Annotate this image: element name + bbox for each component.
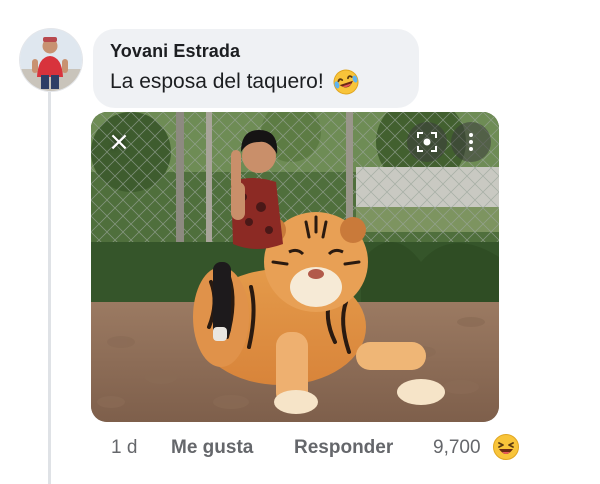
author-name[interactable]: Yovani Estrada — [110, 40, 401, 62]
comment-actions: 1 d Me gusta Responder 9,700 — [111, 434, 531, 462]
laughing-face-emoji-icon[interactable] — [492, 433, 520, 461]
like-button[interactable]: Me gusta — [171, 434, 253, 462]
comment-photo[interactable]: × — [91, 112, 499, 422]
laughing-tears-emoji-icon — [332, 68, 360, 96]
comment-bubble: Yovani Estrada La esposa del taquero! — [93, 29, 419, 108]
close-icon[interactable]: × — [99, 122, 139, 162]
comment-screen: Yovani Estrada La esposa del taquero! × … — [0, 0, 600, 484]
avatar[interactable] — [20, 29, 82, 91]
avatar-image — [20, 29, 82, 91]
reaction-count[interactable]: 9,700 — [433, 434, 481, 462]
more-vertical-icon[interactable] — [451, 122, 491, 162]
timestamp: 1 d — [111, 437, 138, 458]
lens-scan-icon[interactable] — [407, 122, 447, 162]
thread-line — [48, 92, 51, 484]
reply-button[interactable]: Responder — [294, 434, 393, 462]
comment-text: La esposa del taquero! — [110, 70, 324, 93]
